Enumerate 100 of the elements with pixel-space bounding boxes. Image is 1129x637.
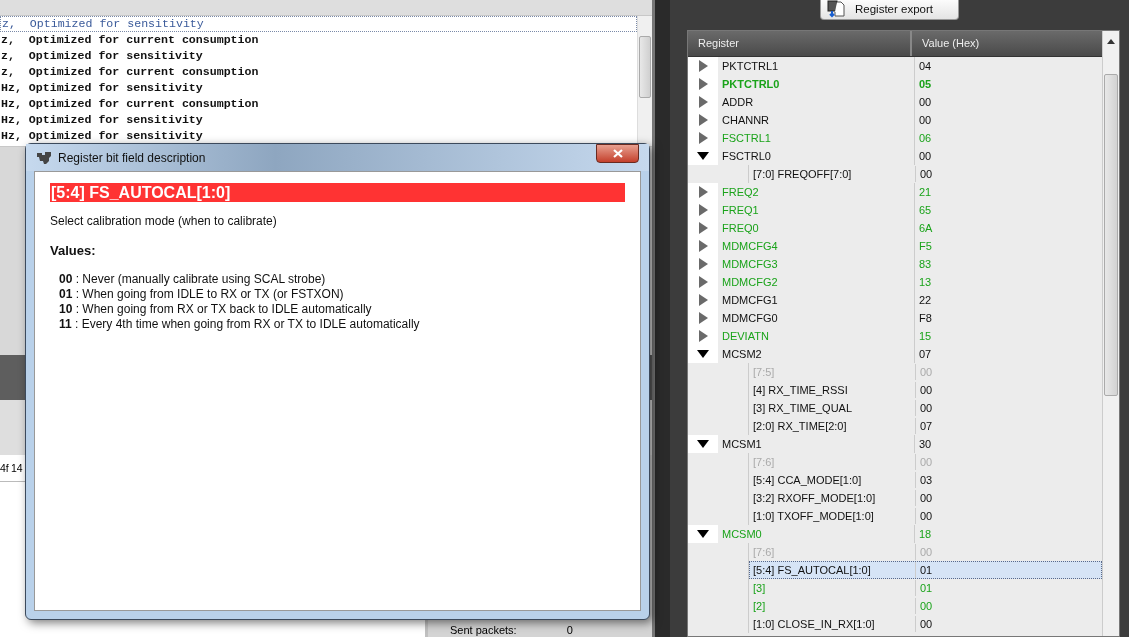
bit-field-value: 03 bbox=[919, 473, 933, 488]
register-name[interactable]: MCSM2 bbox=[718, 345, 915, 363]
bit-field-name: [2:0] RX_TIME[2:0] bbox=[750, 418, 916, 434]
register-value: F5 bbox=[918, 239, 932, 254]
sent-packets-label: Sent packets: bbox=[450, 623, 517, 637]
register-name[interactable]: MCSM1 bbox=[718, 435, 915, 453]
bit-field-row[interactable]: [5:4] CCA_MODE[1:0] 03 bbox=[749, 471, 1102, 489]
hex-field[interactable]: 4f 14 bbox=[0, 462, 23, 474]
value-description: 11 : Every 4th time when going from RX or TX to IDLE automatically bbox=[59, 317, 421, 332]
expand-triangle-icon[interactable] bbox=[697, 186, 709, 198]
register-value: 06 bbox=[918, 131, 932, 146]
column-header[interactable]: Value (Hex) bbox=[912, 31, 980, 56]
log-entry[interactable]: Hz, Optimized for sensitivity bbox=[0, 112, 637, 128]
bit-field-name: [1:0] TXOFF_MODE[1:0] bbox=[750, 508, 916, 524]
register-name[interactable]: CHANNR bbox=[718, 111, 915, 129]
register-value: 6A bbox=[918, 221, 933, 236]
bit-field-row[interactable]: [4] RX_TIME_RSSI 00 bbox=[749, 381, 1102, 399]
bit-field-value: 00 bbox=[919, 455, 933, 470]
register-value: 13 bbox=[918, 275, 932, 290]
bit-field-row[interactable]: [3:2] RXOFF_MODE[1:0] 00 bbox=[749, 489, 1102, 507]
bit-field-value: 00 bbox=[919, 167, 933, 182]
expand-triangle-icon[interactable] bbox=[697, 240, 709, 252]
scroll-up-icon[interactable] bbox=[1107, 39, 1115, 44]
register-value: 07 bbox=[918, 347, 932, 362]
register-value: 18 bbox=[918, 527, 932, 542]
log-entry[interactable]: z, Optimized for sensitivity bbox=[0, 16, 637, 32]
sent-packets-value: 0 bbox=[566, 623, 573, 637]
log-entry[interactable]: z, Optimized for sensitivity bbox=[0, 48, 637, 64]
bit-field-row[interactable]: [2:0] RX_TIME[2:0] 07 bbox=[749, 417, 1102, 435]
log-entry[interactable]: Hz, Optimized for sensitivity bbox=[0, 80, 637, 96]
register-value: 30 bbox=[918, 437, 932, 452]
bit-field-value: 00 bbox=[919, 617, 933, 632]
log-entry[interactable]: z, Optimized for current consumption bbox=[0, 64, 637, 80]
value-description: 00 : Never (manually calibrate using SCAL strobe) bbox=[59, 272, 327, 287]
log-entry[interactable]: Hz, Optimized for sensitivity bbox=[0, 128, 637, 144]
scrollbar[interactable] bbox=[1102, 31, 1119, 636]
close-button[interactable] bbox=[596, 144, 639, 163]
bit-field-name: [3:2] RXOFF_MODE[1:0] bbox=[750, 490, 916, 506]
register-export-button[interactable]: Register export bbox=[820, 0, 959, 20]
log-entry[interactable]: z, Optimized for current consumption bbox=[0, 32, 637, 48]
field-heading: [5:4] FS_AUTOCAL[1:0] bbox=[50, 183, 625, 202]
expand-triangle-icon[interactable] bbox=[697, 258, 709, 270]
bit-field-value: 07 bbox=[919, 419, 933, 434]
expand-triangle-icon[interactable] bbox=[697, 78, 709, 90]
bit-field-name: [7:0] FREQOFF[7:0] bbox=[750, 166, 916, 182]
bit-field-row[interactable]: [1:0] CLOSE_IN_RX[1:0] 00 bbox=[749, 615, 1102, 633]
expand-triangle-icon[interactable] bbox=[697, 330, 709, 342]
expand-triangle-icon[interactable] bbox=[697, 276, 709, 288]
bit-field-name: [7:5] bbox=[750, 364, 916, 380]
bit-field-value: 00 bbox=[919, 491, 933, 506]
value-description: 01 : When going from IDLE to RX or TX (or FSTXON) bbox=[59, 287, 345, 302]
log-list[interactable] bbox=[0, 15, 652, 147]
collapse-triangle-icon[interactable] bbox=[697, 528, 709, 540]
app-logo-icon bbox=[36, 150, 52, 165]
bit-field-value: 00 bbox=[919, 545, 933, 560]
collapse-triangle-icon[interactable] bbox=[697, 438, 709, 450]
register-name[interactable]: MDMCFG1 bbox=[718, 291, 915, 309]
register-value: 00 bbox=[918, 95, 932, 110]
bit-field-value: 00 bbox=[919, 599, 933, 614]
register-value: 05 bbox=[918, 77, 932, 92]
register-value: 00 bbox=[918, 149, 932, 164]
register-value: 22 bbox=[918, 293, 932, 308]
bit-field-name: [4] RX_TIME_RSSI bbox=[750, 382, 916, 398]
expand-triangle-icon[interactable] bbox=[697, 204, 709, 216]
bit-field-name: [1:0] CLOSE_IN_RX[1:0] bbox=[750, 616, 916, 632]
register-name[interactable]: FSCTRL0 bbox=[718, 147, 915, 165]
bit-field-value: 00 bbox=[919, 365, 933, 380]
expand-triangle-icon[interactable] bbox=[697, 96, 709, 108]
register-name[interactable]: ADDR bbox=[718, 93, 915, 111]
bit-field-row[interactable]: [1:0] TXOFF_MODE[1:0] 00 bbox=[749, 507, 1102, 525]
bit-field-row[interactable]: [5:4] FS_AUTOCAL[1:0] 01 bbox=[749, 561, 1102, 579]
register-value: 15 bbox=[918, 329, 932, 344]
expand-triangle-icon[interactable] bbox=[697, 312, 709, 324]
expand-triangle-icon[interactable] bbox=[697, 132, 709, 144]
bit-field-name: [3] bbox=[750, 580, 916, 596]
bit-field-row[interactable]: [3] RX_TIME_QUAL 00 bbox=[749, 399, 1102, 417]
value-description: 10 : When going from RX or TX back to IDLE automatically bbox=[59, 302, 373, 317]
expand-triangle-icon[interactable] bbox=[697, 60, 709, 72]
register-value: 83 bbox=[918, 257, 932, 272]
bit-field-value: 01 bbox=[919, 563, 933, 578]
register-name[interactable]: MDMCFG0 bbox=[718, 309, 915, 327]
values-heading: Values: bbox=[50, 243, 97, 258]
expand-triangle-icon[interactable] bbox=[697, 294, 709, 306]
collapse-triangle-icon[interactable] bbox=[697, 150, 709, 162]
collapse-triangle-icon[interactable] bbox=[697, 348, 709, 360]
bit-field-name: [5:4] FS_AUTOCAL[1:0] bbox=[750, 562, 916, 578]
scrollbar[interactable] bbox=[637, 16, 652, 146]
register-value: 00 bbox=[918, 113, 932, 128]
register-value: 21 bbox=[918, 185, 932, 200]
close-icon bbox=[612, 149, 623, 158]
expand-triangle-icon[interactable] bbox=[697, 222, 709, 234]
bit-field-name: [5:4] CCA_MODE[1:0] bbox=[750, 472, 916, 488]
splitter-bar[interactable] bbox=[652, 0, 670, 637]
register-value: F8 bbox=[918, 311, 932, 326]
log-entry[interactable]: Hz, Optimized for current consumption bbox=[0, 96, 637, 112]
register-name[interactable]: PKTCTRL1 bbox=[718, 57, 915, 75]
bit-field-row[interactable]: [7:0] FREQOFF[7:0] 00 bbox=[749, 165, 1102, 183]
register-value: 65 bbox=[918, 203, 932, 218]
register-value: 04 bbox=[918, 59, 932, 74]
expand-triangle-icon[interactable] bbox=[697, 114, 709, 126]
